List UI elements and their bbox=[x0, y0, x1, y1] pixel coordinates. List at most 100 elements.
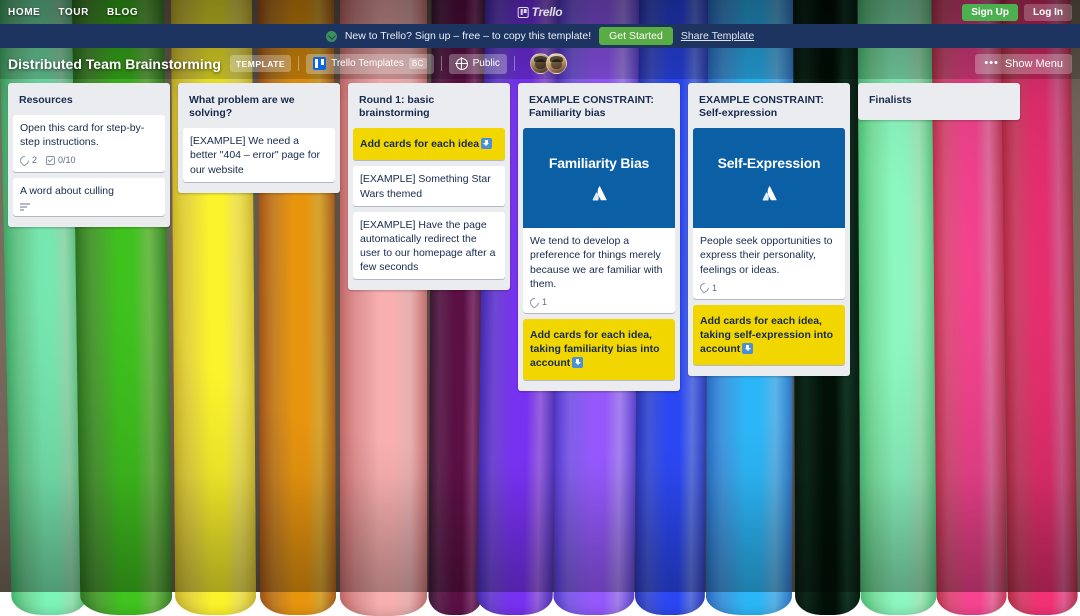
card-title: People seek opportunities to express the… bbox=[700, 234, 838, 277]
log-in-button[interactable]: Log In bbox=[1024, 4, 1072, 21]
card-badges: 2 0/10 bbox=[20, 154, 158, 166]
board-card[interactable]: [EXAMPLE] We need a better "404 – error"… bbox=[183, 128, 335, 182]
card-badge-text: 1 bbox=[712, 282, 717, 294]
card-title: [EXAMPLE] Have the page automatically re… bbox=[360, 218, 498, 275]
board-card[interactable]: [EXAMPLE] Something Star Wars themed bbox=[353, 166, 505, 205]
workspace-logo-icon bbox=[313, 57, 326, 70]
card-title: Add cards for each idea, taking familiar… bbox=[530, 329, 660, 369]
list-title[interactable]: EXAMPLE CONSTRAINT: Self-expression bbox=[693, 88, 845, 128]
card-title: [EXAMPLE] Something Star Wars themed bbox=[360, 172, 498, 200]
atlassian-logo-icon bbox=[591, 185, 608, 202]
card-title: Add cards for each idea bbox=[360, 138, 479, 150]
nav-link-tour[interactable]: TOUR bbox=[58, 7, 89, 18]
card-cover-image: Self-Expression bbox=[693, 128, 845, 228]
board-card[interactable]: Add cards for each idea, taking self-exp… bbox=[693, 305, 845, 366]
board-card[interactable]: Add cards for each idea bbox=[353, 128, 505, 160]
board-list[interactable]: Finalists bbox=[858, 83, 1020, 120]
top-nav-actions: Sign Up Log In bbox=[962, 4, 1072, 21]
workspace-initials-badge: BC bbox=[409, 58, 427, 69]
board-card[interactable]: Add cards for each idea, taking familiar… bbox=[523, 319, 675, 380]
attachment-icon bbox=[698, 281, 711, 294]
card-title: We tend to develop a preference for thin… bbox=[530, 234, 668, 291]
trello-logo[interactable]: Trello bbox=[518, 5, 563, 19]
show-menu-button[interactable]: ••• Show Menu bbox=[975, 54, 1072, 74]
checklist-icon bbox=[46, 156, 55, 165]
attachment-icon bbox=[528, 296, 541, 309]
page-title[interactable]: Distributed Team Brainstorming bbox=[8, 56, 221, 72]
board-list[interactable]: EXAMPLE CONSTRAINT: Familiarity biasFami… bbox=[518, 83, 680, 391]
nav-link-blog[interactable]: BLOG bbox=[107, 7, 138, 18]
card-body: A word about culling bbox=[13, 178, 165, 216]
board-card[interactable]: [EXAMPLE] Have the page automatically re… bbox=[353, 212, 505, 280]
card-title-wrap: Add cards for each idea bbox=[360, 138, 492, 150]
attachment-icon bbox=[18, 154, 31, 167]
list-title[interactable]: Finalists bbox=[863, 88, 1015, 115]
list-title[interactable]: Resources bbox=[13, 88, 165, 115]
board-members bbox=[530, 53, 567, 74]
card-title: Add cards for each idea, taking self-exp… bbox=[700, 315, 833, 355]
ellipsis-icon: ••• bbox=[984, 58, 999, 69]
board-lists-container[interactable]: Resources Open this card for step-by-step… bbox=[0, 79, 1080, 592]
down-arrow-emoji bbox=[742, 343, 753, 354]
card-body: Add cards for each idea, taking self-exp… bbox=[693, 305, 845, 366]
card-badge-text: 2 bbox=[32, 154, 37, 166]
card-badge: 0/10 bbox=[46, 154, 76, 166]
list-title[interactable]: What problem are we solving? bbox=[183, 88, 335, 128]
card-title: A word about culling bbox=[20, 184, 158, 198]
card-badge: 2 bbox=[20, 154, 37, 166]
header-divider-1 bbox=[298, 56, 299, 71]
nav-link-home[interactable]: HOME bbox=[8, 7, 40, 18]
card-badge-text: 0/10 bbox=[58, 154, 76, 166]
card-body: [EXAMPLE] We need a better "404 – error"… bbox=[183, 128, 335, 182]
card-badge bbox=[20, 203, 30, 211]
list-title[interactable]: EXAMPLE CONSTRAINT: Familiarity bias bbox=[523, 88, 675, 128]
card-cover-title: Familiarity Bias bbox=[549, 155, 649, 171]
card-badges: 1 bbox=[530, 296, 668, 308]
visibility-button[interactable]: Public bbox=[449, 54, 507, 74]
card-cover-title: Self-Expression bbox=[718, 155, 821, 171]
board-card[interactable]: A word about culling bbox=[13, 178, 165, 216]
board-card[interactable]: Familiarity Bias We tend to develop a pre… bbox=[523, 128, 675, 313]
board-list[interactable]: Round 1: basic brainstorming Add cards fo… bbox=[348, 83, 510, 290]
avatar-face bbox=[551, 59, 562, 69]
trello-logo-icon bbox=[518, 7, 529, 18]
template-promo-banner: New to Trello? Sign up – free – to copy … bbox=[0, 24, 1080, 48]
card-title-wrap: Add cards for each idea, taking self-exp… bbox=[700, 315, 833, 355]
card-body: Add cards for each idea bbox=[353, 128, 505, 160]
card-title-wrap: Add cards for each idea, taking familiar… bbox=[530, 329, 660, 369]
show-menu-label: Show Menu bbox=[1005, 58, 1063, 70]
card-badge: 1 bbox=[700, 282, 717, 294]
workspace-button[interactable]: Trello Templates BC bbox=[306, 54, 434, 74]
card-body: [EXAMPLE] Have the page automatically re… bbox=[353, 212, 505, 280]
description-icon bbox=[20, 203, 30, 211]
sign-up-button[interactable]: Sign Up bbox=[962, 4, 1018, 21]
board-header: Distributed Team Brainstorming TEMPLATE … bbox=[0, 48, 1080, 79]
trello-circle-icon bbox=[326, 31, 337, 42]
trello-logo-text: Trello bbox=[532, 5, 563, 19]
get-started-button[interactable]: Get Started bbox=[599, 27, 673, 45]
avatar-face bbox=[535, 59, 546, 69]
visibility-label: Public bbox=[473, 58, 500, 69]
atlassian-logo-icon bbox=[761, 185, 778, 202]
card-badges: 1 bbox=[700, 282, 838, 294]
card-body: Open this card for step-by-step instruct… bbox=[13, 115, 165, 171]
workspace-name: Trello Templates bbox=[331, 58, 404, 69]
down-arrow-emoji bbox=[481, 138, 492, 149]
card-title: Open this card for step-by-step instruct… bbox=[20, 121, 158, 149]
share-template-link[interactable]: Share Template bbox=[681, 30, 754, 42]
avatar[interactable] bbox=[546, 53, 567, 74]
board-card[interactable]: Self-Expression People seek opportunities… bbox=[693, 128, 845, 299]
board-card[interactable]: Open this card for step-by-step instruct… bbox=[13, 115, 165, 171]
card-body: [EXAMPLE] Something Star Wars themed bbox=[353, 166, 505, 205]
board-list[interactable]: Resources Open this card for step-by-step… bbox=[8, 83, 170, 227]
site-top-nav: HOME TOUR BLOG Trello Sign Up Log In bbox=[0, 0, 1080, 24]
card-body: We tend to develop a preference for thin… bbox=[523, 228, 675, 313]
banner-message: New to Trello? Sign up – free – to copy … bbox=[345, 30, 591, 42]
board-list[interactable]: What problem are we solving? [EXAMPLE] We… bbox=[178, 83, 340, 193]
card-badge-text: 1 bbox=[542, 296, 547, 308]
card-title: [EXAMPLE] We need a better "404 – error"… bbox=[190, 134, 328, 177]
board-list[interactable]: EXAMPLE CONSTRAINT: Self-expressionSelf-… bbox=[688, 83, 850, 376]
list-title[interactable]: Round 1: basic brainstorming bbox=[353, 88, 505, 128]
header-divider-3 bbox=[514, 56, 515, 71]
card-badges bbox=[20, 203, 158, 211]
